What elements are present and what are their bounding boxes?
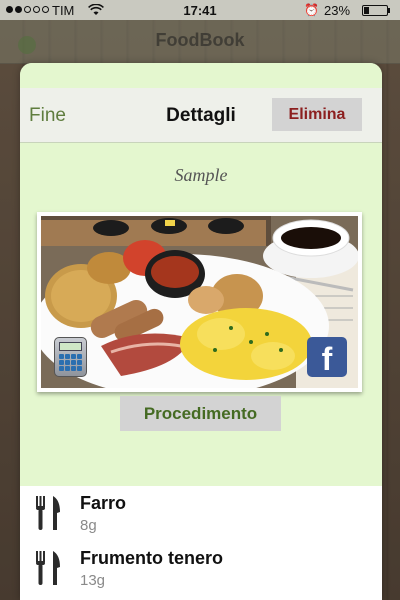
calculator-icon[interactable] — [54, 337, 87, 377]
facebook-share-icon[interactable]: f — [307, 337, 347, 377]
details-sheet: Fine Dettagli Elimina Sample f Procedime… — [20, 63, 382, 600]
ingredient-name: Farro — [80, 493, 127, 513]
status-bar: TIM 17:41 ⏰ 23% — [0, 0, 400, 20]
fork-knife-icon — [35, 496, 63, 530]
list-item[interactable]: Farro 8g — [20, 486, 382, 541]
alarm-clock-icon: ⏰ — [304, 3, 319, 17]
ingredient-name: Frumento tenero — [80, 548, 224, 568]
battery-percentage: 23% — [324, 3, 351, 18]
delete-button[interactable]: Elimina — [272, 98, 362, 131]
recipe-name: Sample — [174, 165, 228, 185]
ingredients-list: Farro 8g Frumento tenero 13g — [20, 486, 382, 600]
ingredient-quantity: 13g — [80, 572, 106, 589]
details-nav-bar: Fine Dettagli Elimina — [20, 88, 382, 143]
procedure-button[interactable]: Procedimento — [120, 396, 281, 431]
list-item[interactable]: Frumento tenero 13g — [20, 541, 382, 596]
ingredient-quantity: 8g — [80, 517, 97, 534]
battery-icon — [362, 5, 388, 16]
fork-knife-icon — [35, 551, 63, 585]
recipe-photo[interactable]: f — [41, 216, 358, 388]
recipe-photo-frame: f — [37, 212, 362, 392]
battery-tip — [388, 8, 390, 13]
